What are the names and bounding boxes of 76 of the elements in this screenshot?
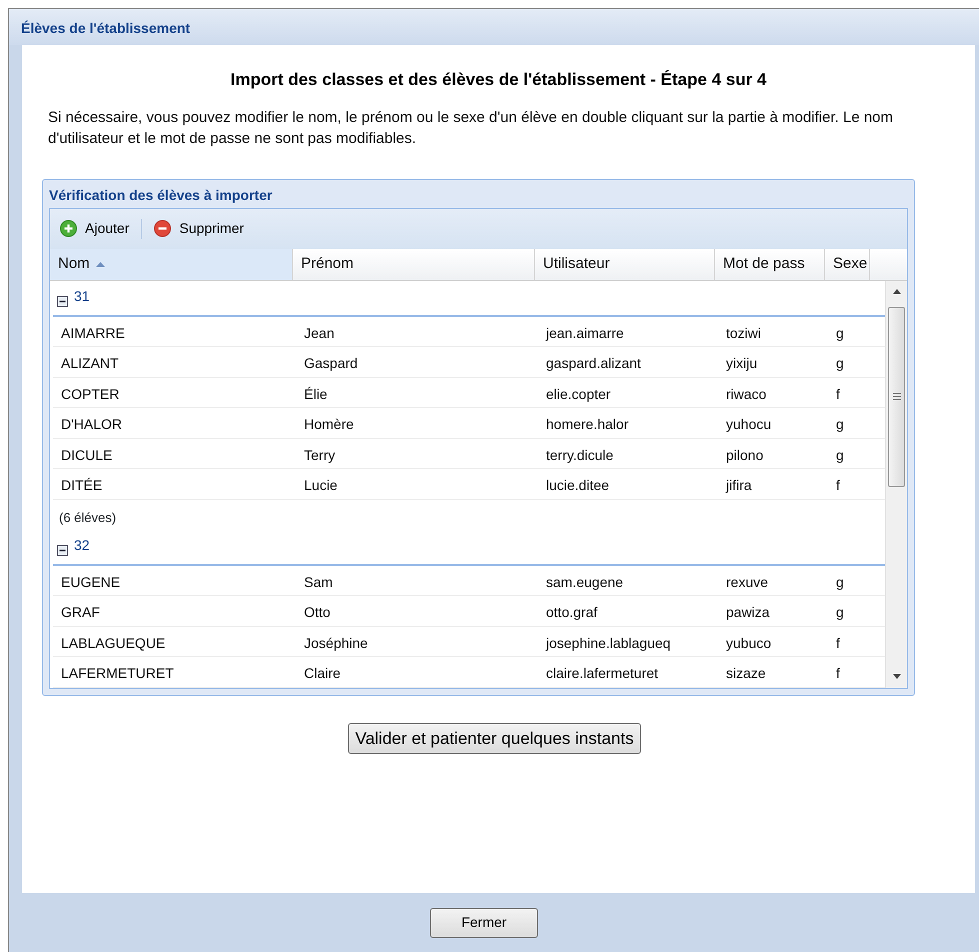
window-title: Élèves de l'établissement	[9, 9, 979, 45]
table-cell-text: Jean	[303, 324, 336, 342]
table-cell-text: f	[835, 664, 841, 683]
table-cell-text: GRAF	[60, 603, 101, 622]
vertical-scrollbar[interactable]	[885, 280, 907, 688]
submit-button[interactable]: Valider et patienter quelques instants	[348, 722, 641, 754]
table-cell-text: pilono	[725, 446, 764, 465]
table-cell-text: g	[835, 415, 845, 434]
table-cell-text: D'HALOR	[60, 415, 124, 434]
table-cell-text: sam.eugene	[545, 572, 624, 592]
table-cell-text: pawiza	[725, 603, 771, 622]
column-header[interactable]: Utilisateur	[535, 248, 715, 280]
table-cell-text: Claire	[303, 664, 342, 683]
table-cell-text: yuhocu	[725, 415, 772, 434]
grip-icon	[892, 393, 900, 400]
table-cell-text: g	[835, 354, 845, 373]
table-cell-text: rexuve	[725, 572, 770, 592]
table-cell-text: f	[835, 384, 841, 404]
table-cell-text: toziwi	[725, 324, 762, 342]
scroll-up-icon[interactable]	[892, 289, 900, 294]
group-label: 31	[74, 286, 90, 306]
sort-ascending-icon	[96, 262, 105, 266]
step-heading: Import des classes et des élèves de l'établissement - Étape 4 sur 4	[230, 69, 766, 91]
table-cell-text: f	[835, 476, 841, 495]
instructions-text: Si nécessaire, vous pouvez modifier le nom, le prénom ou le sexe d'un élève en double cliquant sur la partie à modifier. Le nom d'utilisateur et le mot de passe ne sont pas modifiables.	[47, 108, 894, 148]
table-cell-text: jifira	[724, 476, 753, 495]
table-cell-text: Lucie	[303, 476, 338, 495]
table-cell-text: DICULE	[60, 446, 114, 464]
table-cell-text: homere.halor	[545, 415, 630, 434]
table-cell-text: terry.dicule	[545, 446, 614, 465]
remove-button[interactable]: Supprimer	[150, 216, 248, 241]
table-cell-text: Gaspard	[303, 354, 359, 373]
table-cell-text: f	[835, 634, 841, 652]
column-header[interactable]: Prénom	[293, 248, 535, 280]
table-cell-text: otto.graf	[545, 603, 598, 622]
table-cell-text: Terry	[303, 446, 336, 465]
table-cell-text: g	[835, 324, 845, 343]
group-label: 32	[74, 536, 90, 554]
table-cell-text: g	[835, 572, 845, 592]
collapse-icon[interactable]	[57, 544, 68, 556]
table-cell-text: josephine.lablagueq	[544, 634, 672, 653]
table-cell-text: EUGENE	[60, 572, 122, 592]
column-header[interactable]: Sexe	[825, 248, 870, 280]
table-cell-text: lucie.ditee	[545, 476, 610, 495]
table-cell-text: LAFERMETURET	[60, 664, 175, 683]
table-cell-text: sizaze	[725, 664, 767, 683]
table-cell-text: jean.aimarre	[544, 324, 625, 343]
table-cell-text: Élie	[303, 384, 328, 404]
close-button[interactable]: Fermer	[430, 908, 538, 938]
panel-title: Vérification des élèves à importer	[49, 186, 274, 205]
collapse-icon[interactable]	[57, 296, 68, 306]
table-cell-text: g	[835, 446, 845, 465]
scroll-thumb[interactable]	[888, 306, 905, 486]
table-cell-text: yubuco	[725, 634, 772, 653]
group-count: (6 éléves)	[58, 508, 118, 527]
table-cell-text: gaspard.alizant	[545, 354, 642, 373]
table-cell-text: LABLAGUEQUE	[60, 634, 166, 653]
table-cell-text: Otto	[303, 603, 332, 622]
column-header[interactable]: Nom	[50, 248, 293, 280]
add-icon	[60, 220, 77, 237]
scroll-down-icon[interactable]	[892, 674, 900, 679]
remove-icon	[154, 220, 172, 237]
table-cell-text: Sam	[303, 572, 334, 592]
table-cell-text: elie.copter	[545, 384, 612, 404]
column-header[interactable]: Mot de pass	[715, 248, 825, 280]
table-cell-text: riwaco	[725, 384, 768, 404]
add-button[interactable]: Ajouter	[56, 216, 134, 241]
table-cell-text: claire.lafermeturet	[545, 664, 660, 683]
table-cell-text: ALIZANT	[60, 354, 120, 373]
table-cell-text: Homère	[303, 415, 355, 434]
table-cell-text: DITÉE	[60, 476, 104, 495]
table-cell-text: COPTER	[60, 384, 120, 404]
table-cell-text: Joséphine	[303, 634, 369, 653]
table-cell-text: yixiju	[725, 354, 758, 373]
table-cell-text: AIMARRE	[60, 324, 126, 342]
table-cell-text: g	[835, 603, 845, 622]
